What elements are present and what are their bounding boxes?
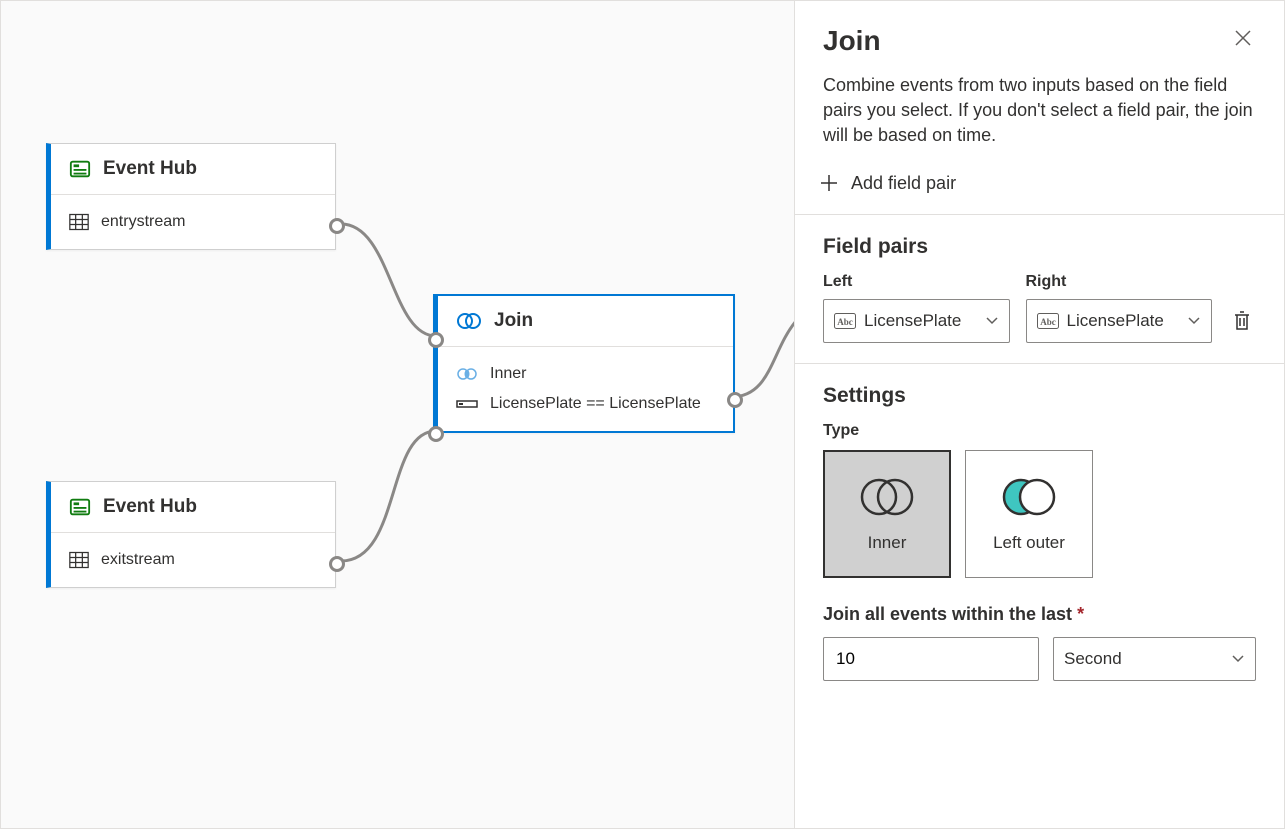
left-outer-label: Left outer [993,533,1065,553]
output-port[interactable] [727,392,743,408]
right-label: Right [1026,273,1213,291]
left-field-value: LicensePlate [864,311,977,331]
join-type-inner[interactable]: Inner [823,450,951,578]
node-sub: entrystream [101,213,185,231]
node-join[interactable]: Join Inner LicensePlate == LicensePlate [433,294,735,433]
join-icon [456,311,482,331]
delete-pair-button[interactable] [1228,302,1256,343]
type-label: Type [823,422,1256,440]
field-icon [456,398,478,410]
table-icon [69,213,89,231]
input-port-1[interactable] [428,332,444,348]
chevron-down-icon [1187,311,1201,331]
node-title: Event Hub [103,496,197,518]
add-field-pair-label: Add field pair [851,173,956,194]
inner-label: Inner [868,533,907,553]
output-port[interactable] [329,218,345,234]
output-port[interactable] [329,556,345,572]
time-value-input[interactable] [823,637,1039,681]
node-title: Join [494,310,533,332]
right-field-dropdown[interactable]: Abc LicensePlate [1026,299,1213,343]
eventhub-icon [69,158,91,180]
panel-title: Join [823,25,881,57]
input-port-2[interactable] [428,426,444,442]
add-field-pair-button[interactable]: Add field pair [819,169,1256,214]
flow-canvas[interactable]: Event Hub entrystream Event Hub [1,1,794,828]
node-eventhub-entry[interactable]: Event Hub entrystream [46,143,336,250]
field-pairs-heading: Field pairs [823,235,1256,259]
close-icon [1234,29,1252,47]
svg-text:Abc: Abc [837,317,853,327]
svg-text:Abc: Abc [1040,317,1056,327]
node-title: Event Hub [103,158,197,180]
time-unit-dropdown[interactable]: Second [1053,637,1256,681]
trash-icon [1232,310,1252,332]
join-config-panel: Join Combine events from two inputs base… [794,1,1284,828]
left-label: Left [823,273,1010,291]
abc-icon: Abc [834,313,856,329]
field-pair-row: Left Abc LicensePlate Right Abc [823,273,1256,343]
join-condition-text: LicensePlate == LicensePlate [490,395,701,413]
plus-icon [819,173,839,193]
table-icon [69,551,89,569]
abc-icon: Abc [1037,313,1059,329]
chevron-down-icon [1231,649,1245,669]
time-unit-value: Second [1064,649,1223,669]
inner-join-icon [456,367,478,381]
right-field-value: LicensePlate [1067,311,1180,331]
venn-left-outer-icon [997,475,1061,519]
node-eventhub-exit[interactable]: Event Hub exitstream [46,481,336,588]
eventhub-icon [69,496,91,518]
close-button[interactable] [1230,25,1256,54]
join-type-left-outer[interactable]: Left outer [965,450,1093,578]
left-field-dropdown[interactable]: Abc LicensePlate [823,299,1010,343]
chevron-down-icon [985,311,999,331]
venn-inner-icon [855,475,919,519]
settings-heading: Settings [823,384,1256,408]
join-type-text: Inner [490,365,526,383]
node-sub: exitstream [101,551,175,569]
panel-description: Combine events from two inputs based on … [823,73,1256,149]
time-window-heading: Join all events within the last * [823,604,1256,625]
